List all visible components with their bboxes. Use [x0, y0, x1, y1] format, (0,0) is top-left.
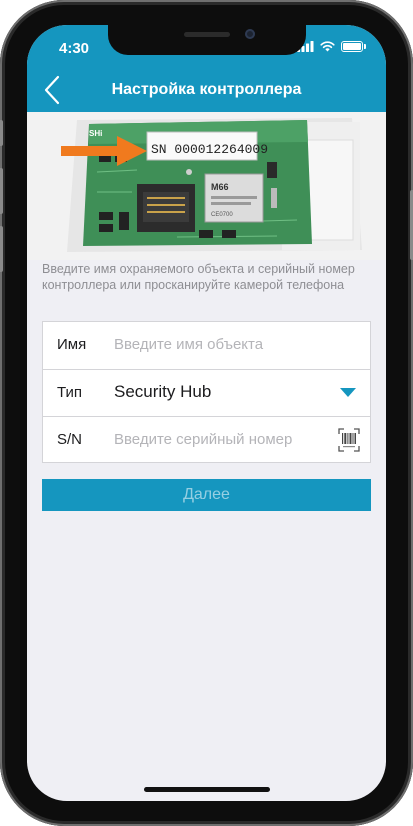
- arrow-shaft: [61, 146, 119, 156]
- navigation-bar: Настройка контроллера: [27, 69, 386, 112]
- barcode-scan-icon[interactable]: [338, 428, 360, 452]
- serial-number-label: SN 000012264009: [151, 142, 268, 157]
- module-label: M66: [211, 182, 229, 192]
- vendor-label: SHi: [89, 129, 102, 138]
- instruction-text: Введите имя охраняемого объекта и серийн…: [42, 262, 355, 292]
- status-time: 4:30: [59, 40, 90, 57]
- home-indicator: [144, 787, 270, 792]
- volume-up-button: [0, 168, 3, 214]
- silent-switch: [0, 120, 3, 146]
- type-select[interactable]: Security Hub: [114, 382, 211, 402]
- name-input[interactable]: Введите имя объекта: [114, 336, 263, 353]
- dropdown-triangle-icon[interactable]: [340, 388, 356, 397]
- front-camera: [245, 29, 255, 39]
- type-row[interactable]: Тип Security Hub: [43, 370, 370, 416]
- volume-down-button: [0, 226, 3, 272]
- status-icons: [297, 41, 366, 52]
- speaker: [184, 32, 230, 37]
- name-label: Имя: [57, 336, 87, 353]
- type-label: Тип: [57, 384, 83, 401]
- name-row: Имя Введите имя объекта: [43, 322, 370, 368]
- serial-number-input[interactable]: Введите серийный номер: [114, 431, 292, 448]
- notch: [108, 25, 306, 55]
- controller-form: Имя Введите имя объекта Тип Security Hub…: [42, 321, 371, 463]
- controller-board-image: M66 CE0700 SHi SN 000012264009: [27, 112, 386, 260]
- battery-icon: [341, 41, 363, 52]
- screen: 4:30 Настройка контроллера M66 CE0700 SH…: [27, 25, 386, 801]
- next-button[interactable]: Далее: [42, 479, 371, 511]
- sn-label: S/N: [57, 431, 83, 448]
- controller-photo: M66 CE0700 SHi SN 000012264009: [27, 112, 386, 260]
- battery-tip: [364, 44, 366, 49]
- page-title: Настройка контроллера: [111, 81, 302, 98]
- sn-row: S/N Введите серийный номер: [43, 417, 370, 463]
- certification-label: CE0700: [211, 212, 233, 218]
- wifi-icon: [320, 41, 335, 52]
